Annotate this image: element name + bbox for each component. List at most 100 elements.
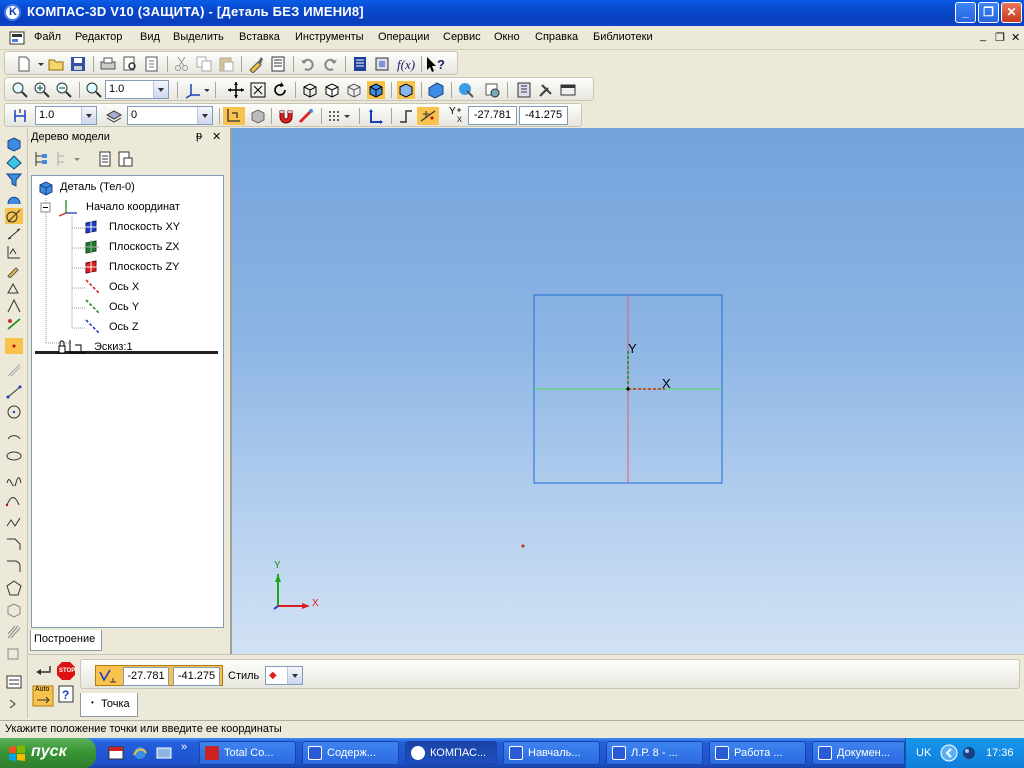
close-button[interactable]: ✕ [1001, 2, 1022, 23]
task-word-lab8[interactable]: Л.Р. 8 - ... [606, 741, 703, 765]
quicklaunch-more-icon[interactable]: » [181, 741, 187, 753]
menu-edit[interactable]: Редактор [75, 31, 122, 43]
maximize-button[interactable]: ❐ [978, 2, 999, 23]
surface-icon[interactable] [5, 154, 23, 170]
rotate-icon[interactable] [271, 81, 289, 99]
sketch-mode-icon[interactable] [223, 107, 245, 125]
ellipse-icon[interactable] [5, 448, 23, 464]
perspective-icon[interactable] [427, 81, 445, 99]
aux-line-icon[interactable] [5, 362, 23, 378]
function-fx-icon[interactable]: f(x) [395, 55, 419, 73]
dimensions-icon[interactable] [5, 226, 23, 242]
menu-select[interactable]: Выделить [173, 31, 224, 43]
task-word-contents[interactable]: Содерж... [302, 741, 399, 765]
point-tool-icon[interactable] [5, 338, 23, 354]
symbols-icon[interactable] [5, 244, 23, 260]
undo-icon[interactable] [299, 55, 317, 73]
scale-combo[interactable]: 1.0 [105, 80, 169, 99]
thin-hidden-lines-icon[interactable] [345, 81, 363, 99]
variables-icon[interactable] [373, 55, 391, 73]
manager-icon[interactable] [351, 55, 369, 73]
doc-menu-icon[interactable] [9, 30, 29, 46]
tree-view-icon[interactable] [54, 150, 82, 168]
parametrization-icon[interactable] [5, 280, 23, 296]
coord-y-field[interactable]: -41.275 [519, 106, 568, 125]
new-file-icon[interactable] [15, 55, 33, 73]
minimize-button[interactable]: _ [955, 2, 976, 23]
properties-list-icon[interactable] [269, 55, 287, 73]
zoom-icon[interactable] [11, 81, 29, 99]
tree-item-axis-y[interactable]: Ось Y [109, 301, 139, 313]
fillet-icon[interactable] [5, 558, 23, 574]
app-icon[interactable] [4, 4, 21, 21]
segment-icon[interactable] [5, 384, 23, 400]
tree-item-plane-xy[interactable]: Плоскость XY [109, 221, 180, 233]
close-icon[interactable]: ✕ [212, 130, 221, 143]
show-all-icon[interactable] [249, 81, 267, 99]
tray-expand-icon[interactable] [940, 744, 958, 762]
tab-construction[interactable]: Построение [30, 630, 102, 651]
enter-icon[interactable] [34, 663, 54, 679]
menu-service[interactable]: Сервис [443, 31, 481, 43]
model-viewport[interactable]: Y X Y X [230, 128, 1024, 654]
point-param-icon[interactable] [98, 668, 118, 684]
layers-icon[interactable] [105, 107, 123, 125]
chevron-down-icon[interactable] [287, 667, 302, 684]
grid-icon[interactable] [327, 107, 353, 125]
cut-icon[interactable] [173, 55, 191, 73]
mdi-close-icon[interactable]: ✕ [1011, 31, 1020, 44]
menu-tools[interactable]: Инструменты [295, 31, 364, 43]
sketch-plane-icon[interactable] [249, 107, 267, 125]
tree-item-plane-zy[interactable]: Плоскость ZY [109, 261, 180, 273]
shaded-edges-icon[interactable] [397, 81, 415, 99]
polyline-icon[interactable] [5, 514, 23, 530]
mdi-restore-icon[interactable]: ❐ [995, 31, 1005, 44]
quicklaunch-total-icon[interactable] [108, 745, 124, 761]
paste-icon[interactable] [217, 55, 235, 73]
properties-brush-icon[interactable] [247, 55, 265, 73]
hidden-lines-icon[interactable] [323, 81, 341, 99]
redo-icon[interactable] [321, 55, 339, 73]
curves-icon[interactable] [5, 190, 23, 206]
task-word-document[interactable]: Докумен... [812, 741, 905, 765]
chevron-down-icon[interactable] [81, 107, 96, 124]
chamfer-icon[interactable] [5, 536, 23, 552]
zoom-in-icon[interactable] [33, 81, 51, 99]
chevron-down-icon[interactable] [153, 81, 168, 98]
export-icon[interactable] [143, 55, 161, 73]
start-button[interactable]: пуск [0, 738, 96, 768]
tree-item-origin[interactable]: Начало координат [86, 201, 180, 213]
local-snap-icon[interactable] [297, 107, 315, 125]
spline-icon[interactable] [5, 470, 23, 486]
zoom-scale-icon[interactable] [85, 81, 103, 99]
point-y-field[interactable]: -41.275 [173, 667, 220, 686]
tree-structure-icon[interactable] [32, 150, 50, 168]
language-indicator[interactable]: UK [916, 747, 931, 759]
tools-icon[interactable] [537, 81, 555, 99]
menu-libraries[interactable]: Библиотеки [593, 31, 653, 43]
task-word-work[interactable]: Работа ... [709, 741, 806, 765]
tree-item-axis-z[interactable]: Ось Z [109, 321, 139, 333]
shaded-icon[interactable] [367, 81, 385, 99]
bottom-tools-icon[interactable] [5, 674, 23, 690]
zoom-out-icon[interactable] [55, 81, 73, 99]
measure-icon[interactable] [515, 81, 533, 99]
part-editing-icon[interactable] [5, 136, 23, 152]
measure-2d-icon[interactable] [5, 298, 23, 314]
hatch-icon[interactable] [5, 624, 23, 640]
copy-icon[interactable] [195, 55, 213, 73]
menu-operations[interactable]: Операции [378, 31, 429, 43]
chevron-down-icon[interactable] [197, 107, 212, 124]
print-preview-icon[interactable] [121, 55, 139, 73]
display-settings-icon[interactable] [483, 81, 501, 99]
step-icon[interactable] [11, 107, 29, 125]
polygon-icon[interactable] [5, 580, 23, 596]
filter-icon[interactable] [5, 172, 23, 188]
geometry-icon[interactable] [5, 208, 23, 224]
select-icon[interactable] [5, 316, 23, 332]
help-icon[interactable]: ? [58, 685, 74, 705]
task-word-training[interactable]: Навчаль... [503, 741, 600, 765]
context-help-icon[interactable]: ? [425, 55, 447, 73]
arc-icon[interactable] [5, 426, 23, 442]
tree-filter-icon[interactable] [116, 150, 134, 168]
